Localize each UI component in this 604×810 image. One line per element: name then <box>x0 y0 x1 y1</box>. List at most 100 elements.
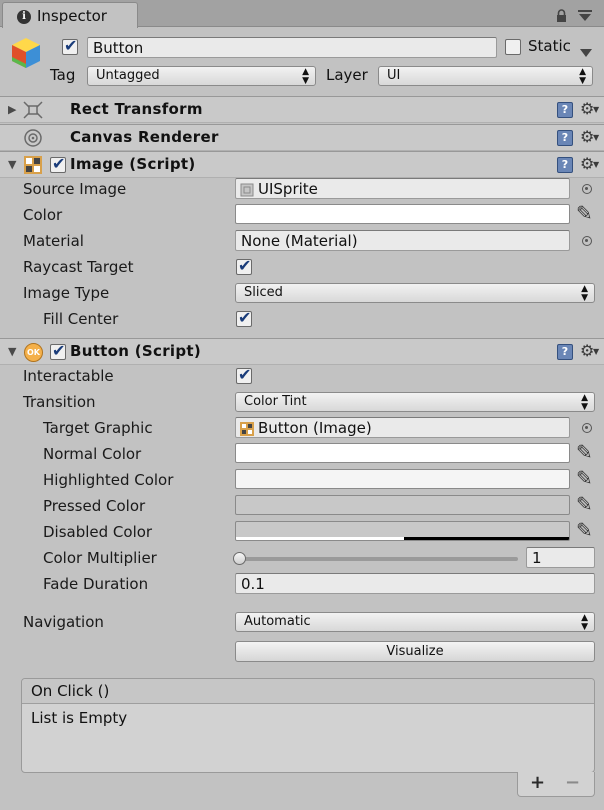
help-icon[interactable]: ? <box>557 130 573 146</box>
eyedropper-icon[interactable]: ✎ <box>576 442 593 462</box>
navigation-value: Automatic <box>244 614 311 629</box>
gear-icon[interactable]: ⚙ ▼ <box>580 341 599 360</box>
layer-label: Layer <box>326 66 368 84</box>
help-icon[interactable]: ? <box>557 102 573 118</box>
button-script-title: Button (Script) <box>70 342 202 360</box>
rect-transform-icon <box>22 100 44 124</box>
interactable-checkbox[interactable]: ✔ <box>236 365 252 384</box>
help-icon[interactable]: ? <box>557 344 573 360</box>
disabled-color-label: Disabled Color <box>43 523 153 541</box>
static-label: Static <box>528 37 571 55</box>
color-multiplier-slider-track[interactable] <box>238 557 518 561</box>
image-component-icon <box>24 156 42 178</box>
updown-arrows-icon: ▲ ▼ <box>581 613 588 632</box>
canvas-renderer-title: Canvas Renderer <box>70 128 219 146</box>
foldout-expanded-icon[interactable]: ▼ <box>8 158 16 171</box>
foldout-collapsed-icon[interactable]: ▶ <box>8 103 16 116</box>
image-enabled-checkbox[interactable]: ✔ <box>50 154 66 173</box>
remove-button[interactable]: − <box>565 772 580 793</box>
button-script-header[interactable]: ▼ OK ✔ Button (Script) ? ⚙ ▼ <box>0 338 604 365</box>
color-multiplier-slider-thumb[interactable] <box>233 552 246 565</box>
name-field[interactable]: Button <box>87 37 497 58</box>
image-type-label: Image Type <box>23 284 110 302</box>
button-enabled-checkbox[interactable]: ✔ <box>50 342 66 360</box>
color-multiplier-label: Color Multiplier <box>43 549 157 567</box>
gear-icon[interactable]: ⚙ ▼ <box>580 127 599 146</box>
updown-arrows-icon: ▲ ▼ <box>579 67 586 86</box>
canvas-renderer-header[interactable]: Canvas Renderer ? ⚙ ▼ <box>0 124 604 151</box>
material-label: Material <box>23 232 84 250</box>
canvas-renderer-icon <box>23 128 43 152</box>
pressed-color-label: Pressed Color <box>43 497 146 515</box>
lock-icon[interactable] <box>556 8 567 22</box>
menu-icon[interactable] <box>578 8 592 21</box>
source-image-value: UISprite <box>258 180 318 198</box>
eyedropper-icon[interactable]: ✎ <box>576 468 593 488</box>
tab-inspector-label: Inspector <box>37 7 107 25</box>
onclick-header: On Click () <box>22 679 594 704</box>
tab-inspector[interactable]: i Inspector <box>2 2 138 28</box>
image-script-header[interactable]: ▼ ✔ Image (Script) ? ⚙ ▼ <box>0 151 604 178</box>
target-graphic-label: Target Graphic <box>43 419 153 437</box>
gameobject-cube-icon <box>9 36 43 70</box>
list-footer <box>517 772 595 797</box>
info-icon: i <box>17 10 31 24</box>
eyedropper-icon[interactable]: ✎ <box>576 203 593 223</box>
check-icon: ✔ <box>238 365 252 384</box>
source-image-field[interactable]: UISprite <box>235 178 570 199</box>
color-field[interactable] <box>235 204 570 224</box>
interactable-label: Interactable <box>23 367 114 385</box>
active-checkbox[interactable]: ✔ <box>62 36 78 55</box>
check-icon: ✔ <box>238 256 252 275</box>
alpha-bar <box>236 537 404 540</box>
object-picker-icon[interactable] <box>582 423 592 433</box>
raycast-target-checkbox[interactable]: ✔ <box>236 256 252 275</box>
fill-center-label: Fill Center <box>43 310 119 328</box>
navigation-dropdown[interactable]: Automatic ▲ ▼ <box>235 612 595 632</box>
image-type-value: Sliced <box>244 285 283 300</box>
color-multiplier-field[interactable]: 1 <box>526 547 595 568</box>
ok-badge-icon: OK <box>24 343 43 362</box>
foldout-expanded-icon[interactable]: ▼ <box>8 345 16 358</box>
visualize-button[interactable]: Visualize <box>235 641 595 662</box>
check-icon: ✔ <box>64 36 78 55</box>
object-picker-icon[interactable] <box>582 236 592 246</box>
raycast-target-label: Raycast Target <box>23 258 134 276</box>
help-icon[interactable]: ? <box>557 157 573 173</box>
image-component-icon <box>240 421 254 437</box>
navigation-label: Navigation <box>23 613 104 631</box>
check-icon: ✔ <box>52 154 66 173</box>
disabled-color-field[interactable] <box>235 521 570 541</box>
add-button[interactable]: + <box>530 772 545 793</box>
transition-value: Color Tint <box>244 394 307 409</box>
gear-icon[interactable]: ⚙ ▼ <box>580 154 599 173</box>
normal-color-field[interactable] <box>235 443 570 463</box>
static-dropdown-icon[interactable] <box>580 43 592 57</box>
image-type-dropdown[interactable]: Sliced ▲ ▼ <box>235 283 595 303</box>
gear-icon[interactable]: ⚙ ▼ <box>580 99 599 118</box>
static-checkbox[interactable] <box>505 39 521 55</box>
highlighted-color-label: Highlighted Color <box>43 471 174 489</box>
fade-duration-field[interactable]: 0.1 <box>235 573 595 594</box>
target-graphic-field[interactable]: Button (Image) <box>235 417 570 438</box>
updown-arrows-icon: ▲ ▼ <box>581 284 588 303</box>
rect-transform-title: Rect Transform <box>70 100 203 118</box>
updown-arrows-icon: ▲ ▼ <box>302 67 309 86</box>
fill-center-checkbox[interactable]: ✔ <box>236 308 252 327</box>
onclick-title: On Click () <box>31 682 110 700</box>
transition-dropdown[interactable]: Color Tint ▲ ▼ <box>235 392 595 412</box>
eyedropper-icon[interactable]: ✎ <box>576 494 593 514</box>
eyedropper-icon[interactable]: ✎ <box>576 520 593 540</box>
transition-label: Transition <box>23 393 96 411</box>
tag-label: Tag <box>50 66 76 84</box>
highlighted-color-field[interactable] <box>235 469 570 489</box>
normal-color-label: Normal Color <box>43 445 142 463</box>
object-picker-icon[interactable] <box>582 184 592 194</box>
layer-dropdown[interactable]: UI ▲ ▼ <box>378 66 593 86</box>
tag-value: Untagged <box>96 68 160 83</box>
pressed-color-field[interactable] <box>235 495 570 515</box>
rect-transform-header[interactable]: ▶ Rect Transform ? ⚙ ▼ <box>0 96 604 123</box>
material-field[interactable]: None (Material) <box>235 230 570 251</box>
check-icon: ✔ <box>238 308 252 327</box>
tag-dropdown[interactable]: Untagged ▲ ▼ <box>87 66 316 86</box>
